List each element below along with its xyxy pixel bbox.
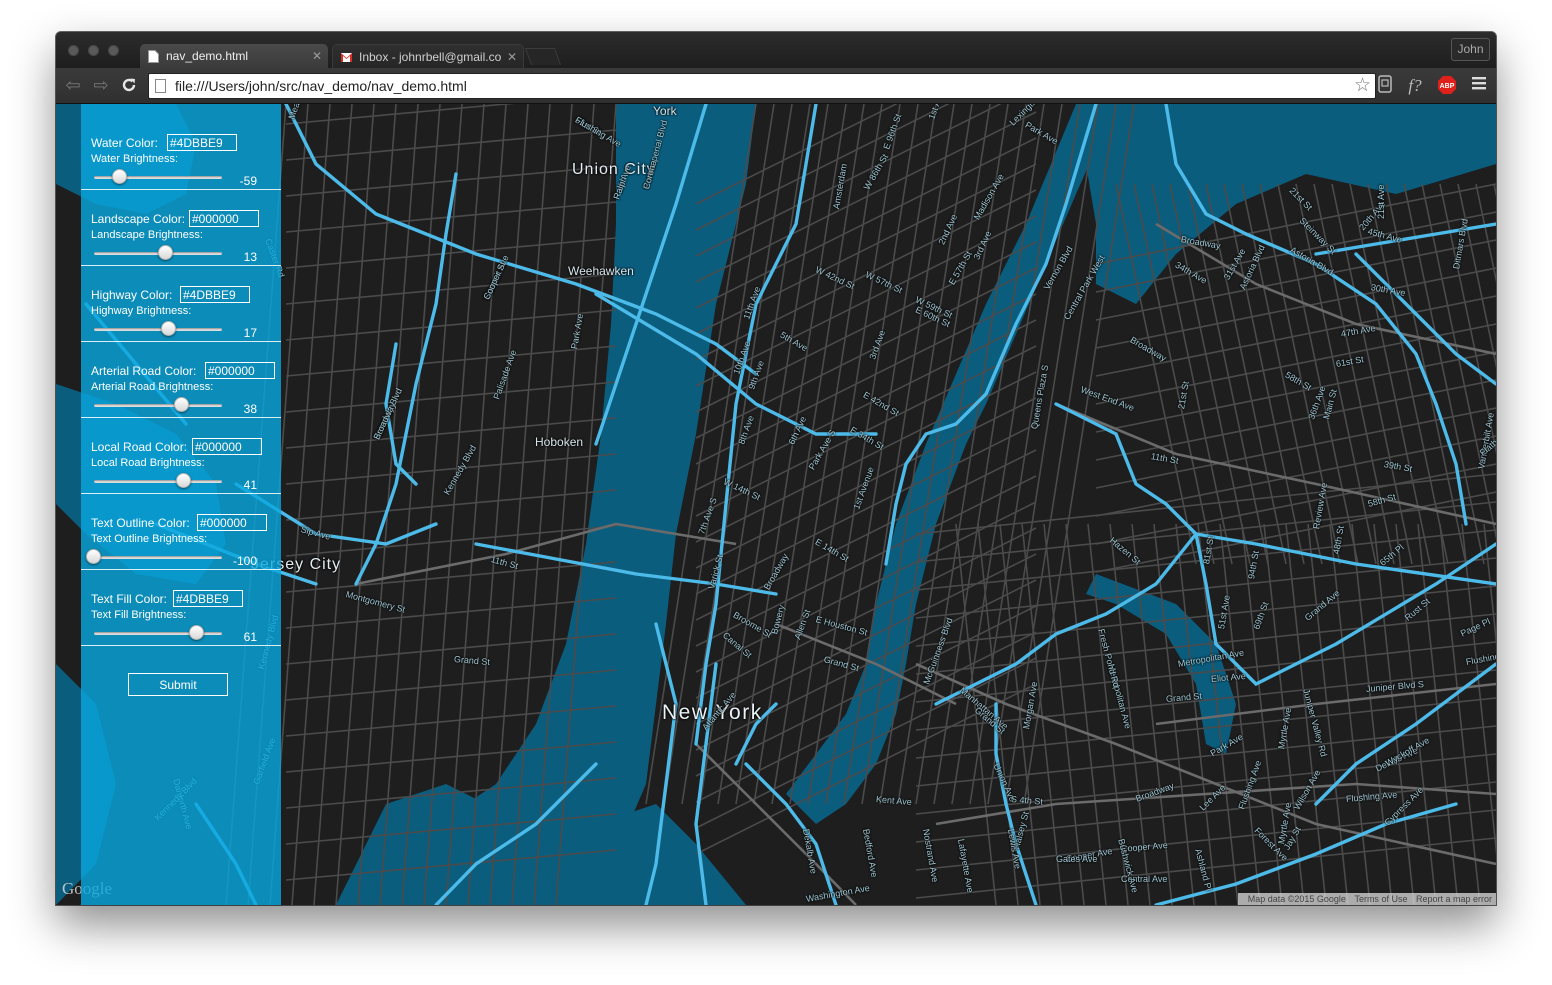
brightness-value: 17 [243, 326, 257, 340]
close-window-button[interactable] [68, 45, 79, 56]
slider-thumb[interactable] [160, 321, 176, 336]
submit-button[interactable]: Submit [128, 673, 228, 696]
map-label-street: 21st Ave [1376, 184, 1386, 219]
slider-thumb[interactable] [176, 473, 192, 488]
brightness-label: Arterial Road Brightness: [91, 381, 214, 393]
brightness-label: Text Fill Brightness: [91, 609, 187, 621]
map-data-credit: Map data ©2015 Google [1247, 894, 1346, 904]
title-bar: nav_demo.html ✕ Inbox - johnrbell@gmail.… [56, 32, 1496, 68]
browser-toolbar: ⇦ ⇨ ☆ f? ABP [56, 68, 1496, 104]
text-fill-section: Text Fill Color: Text Fill Brightness: 6… [81, 570, 281, 646]
tab-nav-demo[interactable]: nav_demo.html ✕ [140, 44, 328, 68]
f-question-icon[interactable]: f? [1404, 75, 1426, 97]
zoom-window-button[interactable] [108, 45, 119, 56]
forward-arrow-icon[interactable]: ⇨ [90, 74, 112, 96]
text-fill-color-input[interactable] [173, 590, 243, 607]
reader-icon[interactable] [1374, 75, 1396, 97]
landscape-color-input[interactable] [189, 210, 259, 227]
highway-color-input[interactable] [180, 286, 250, 303]
color-label: Text Fill Color: [91, 592, 168, 606]
gmail-icon [341, 53, 352, 62]
map-label-street: Gates Ave [1056, 854, 1098, 864]
minimize-window-button[interactable] [88, 45, 99, 56]
arterial-road-color-input[interactable] [205, 362, 275, 379]
color-label: Highway Color: [91, 288, 173, 302]
brightness-label: Local Road Brightness: [91, 457, 205, 469]
address-bar[interactable]: ☆ [148, 73, 1376, 99]
highway-brightness-slider[interactable] [94, 328, 222, 331]
slider-thumb[interactable] [86, 549, 101, 564]
svg-text:ABP: ABP [1440, 83, 1455, 90]
arterial-road-section: Arterial Road Color: Arterial Road Brigh… [81, 342, 281, 418]
local-road-brightness-slider[interactable] [94, 480, 222, 483]
profile-button[interactable]: John [1451, 38, 1490, 61]
text-outline-color-input[interactable] [197, 514, 267, 531]
terms-of-use-link[interactable]: Terms of Use [1354, 894, 1407, 904]
water-color-input[interactable] [167, 134, 237, 151]
menu-icon[interactable] [1468, 75, 1490, 97]
slider-thumb[interactable] [189, 625, 205, 640]
map-attribution: Map data ©2015 Google Terms of Use Repor… [1237, 893, 1496, 905]
brightness-label: Water Brightness: [91, 153, 179, 165]
brightness-value: -100 [232, 554, 257, 568]
close-tab-icon[interactable]: ✕ [507, 45, 517, 68]
tab-title: Inbox - johnrbell@gmail.co [359, 50, 502, 64]
brightness-label: Highway Brightness: [91, 305, 192, 317]
arterial-road-brightness-slider[interactable] [94, 404, 222, 407]
color-label: Arterial Road Color: [91, 364, 197, 378]
back-arrow-icon[interactable]: ⇦ [62, 74, 84, 96]
page-icon [155, 79, 166, 93]
brightness-value: 41 [243, 478, 257, 492]
text-outline-brightness-slider[interactable] [94, 556, 222, 559]
landscape-section: Landscape Color: Landscape Brightness: 1… [81, 190, 281, 266]
brightness-value: 38 [243, 402, 257, 416]
color-label: Text Outline Color: [91, 516, 190, 530]
tab-title: nav_demo.html [166, 49, 249, 63]
brightness-label: Text Outline Brightness: [91, 533, 208, 545]
brightness-label: Landscape Brightness: [91, 229, 203, 241]
map-label-place: York [653, 104, 677, 118]
reload-icon[interactable] [118, 74, 140, 96]
close-tab-icon[interactable]: ✕ [312, 44, 322, 68]
slider-thumb[interactable] [112, 169, 128, 184]
page-viewport: New York Union City Jersey City Weehawke… [56, 104, 1496, 905]
map-label-place: Hoboken [535, 435, 584, 449]
url-input[interactable] [175, 77, 1335, 95]
local-road-color-input[interactable] [192, 438, 262, 455]
local-road-section: Local Road Color: Local Road Brightness:… [81, 418, 281, 494]
water-section: Water Color: Water Brightness: -59 [81, 114, 281, 190]
brightness-value: 13 [243, 250, 257, 264]
color-label: Local Road Color: [91, 440, 188, 454]
brightness-value: -59 [239, 174, 257, 188]
map-label-place: Weehawken [568, 264, 634, 278]
slider-thumb[interactable] [158, 245, 174, 260]
text-outline-section: Text Outline Color: Text Outline Brightn… [81, 494, 281, 570]
style-control-panel: Water Color: Water Brightness: -59 Lands… [81, 104, 281, 905]
highway-section: Highway Color: Highway Brightness: 17 [81, 266, 281, 342]
bookmark-star-icon[interactable]: ☆ [1354, 74, 1371, 98]
new-tab-button[interactable] [524, 48, 562, 65]
color-label: Landscape Color: [91, 212, 186, 226]
report-map-error-link[interactable]: Report a map error [1416, 894, 1492, 904]
slider-thumb[interactable] [174, 397, 190, 412]
tab-inbox[interactable]: Inbox - johnrbell@gmail.co ✕ [332, 44, 524, 68]
browser-window: nav_demo.html ✕ Inbox - johnrbell@gmail.… [56, 32, 1496, 905]
page-icon [148, 50, 159, 63]
color-label: Water Color: [91, 136, 158, 150]
brightness-value: 61 [243, 630, 257, 644]
adblock-plus-icon[interactable]: ABP [1436, 75, 1458, 97]
